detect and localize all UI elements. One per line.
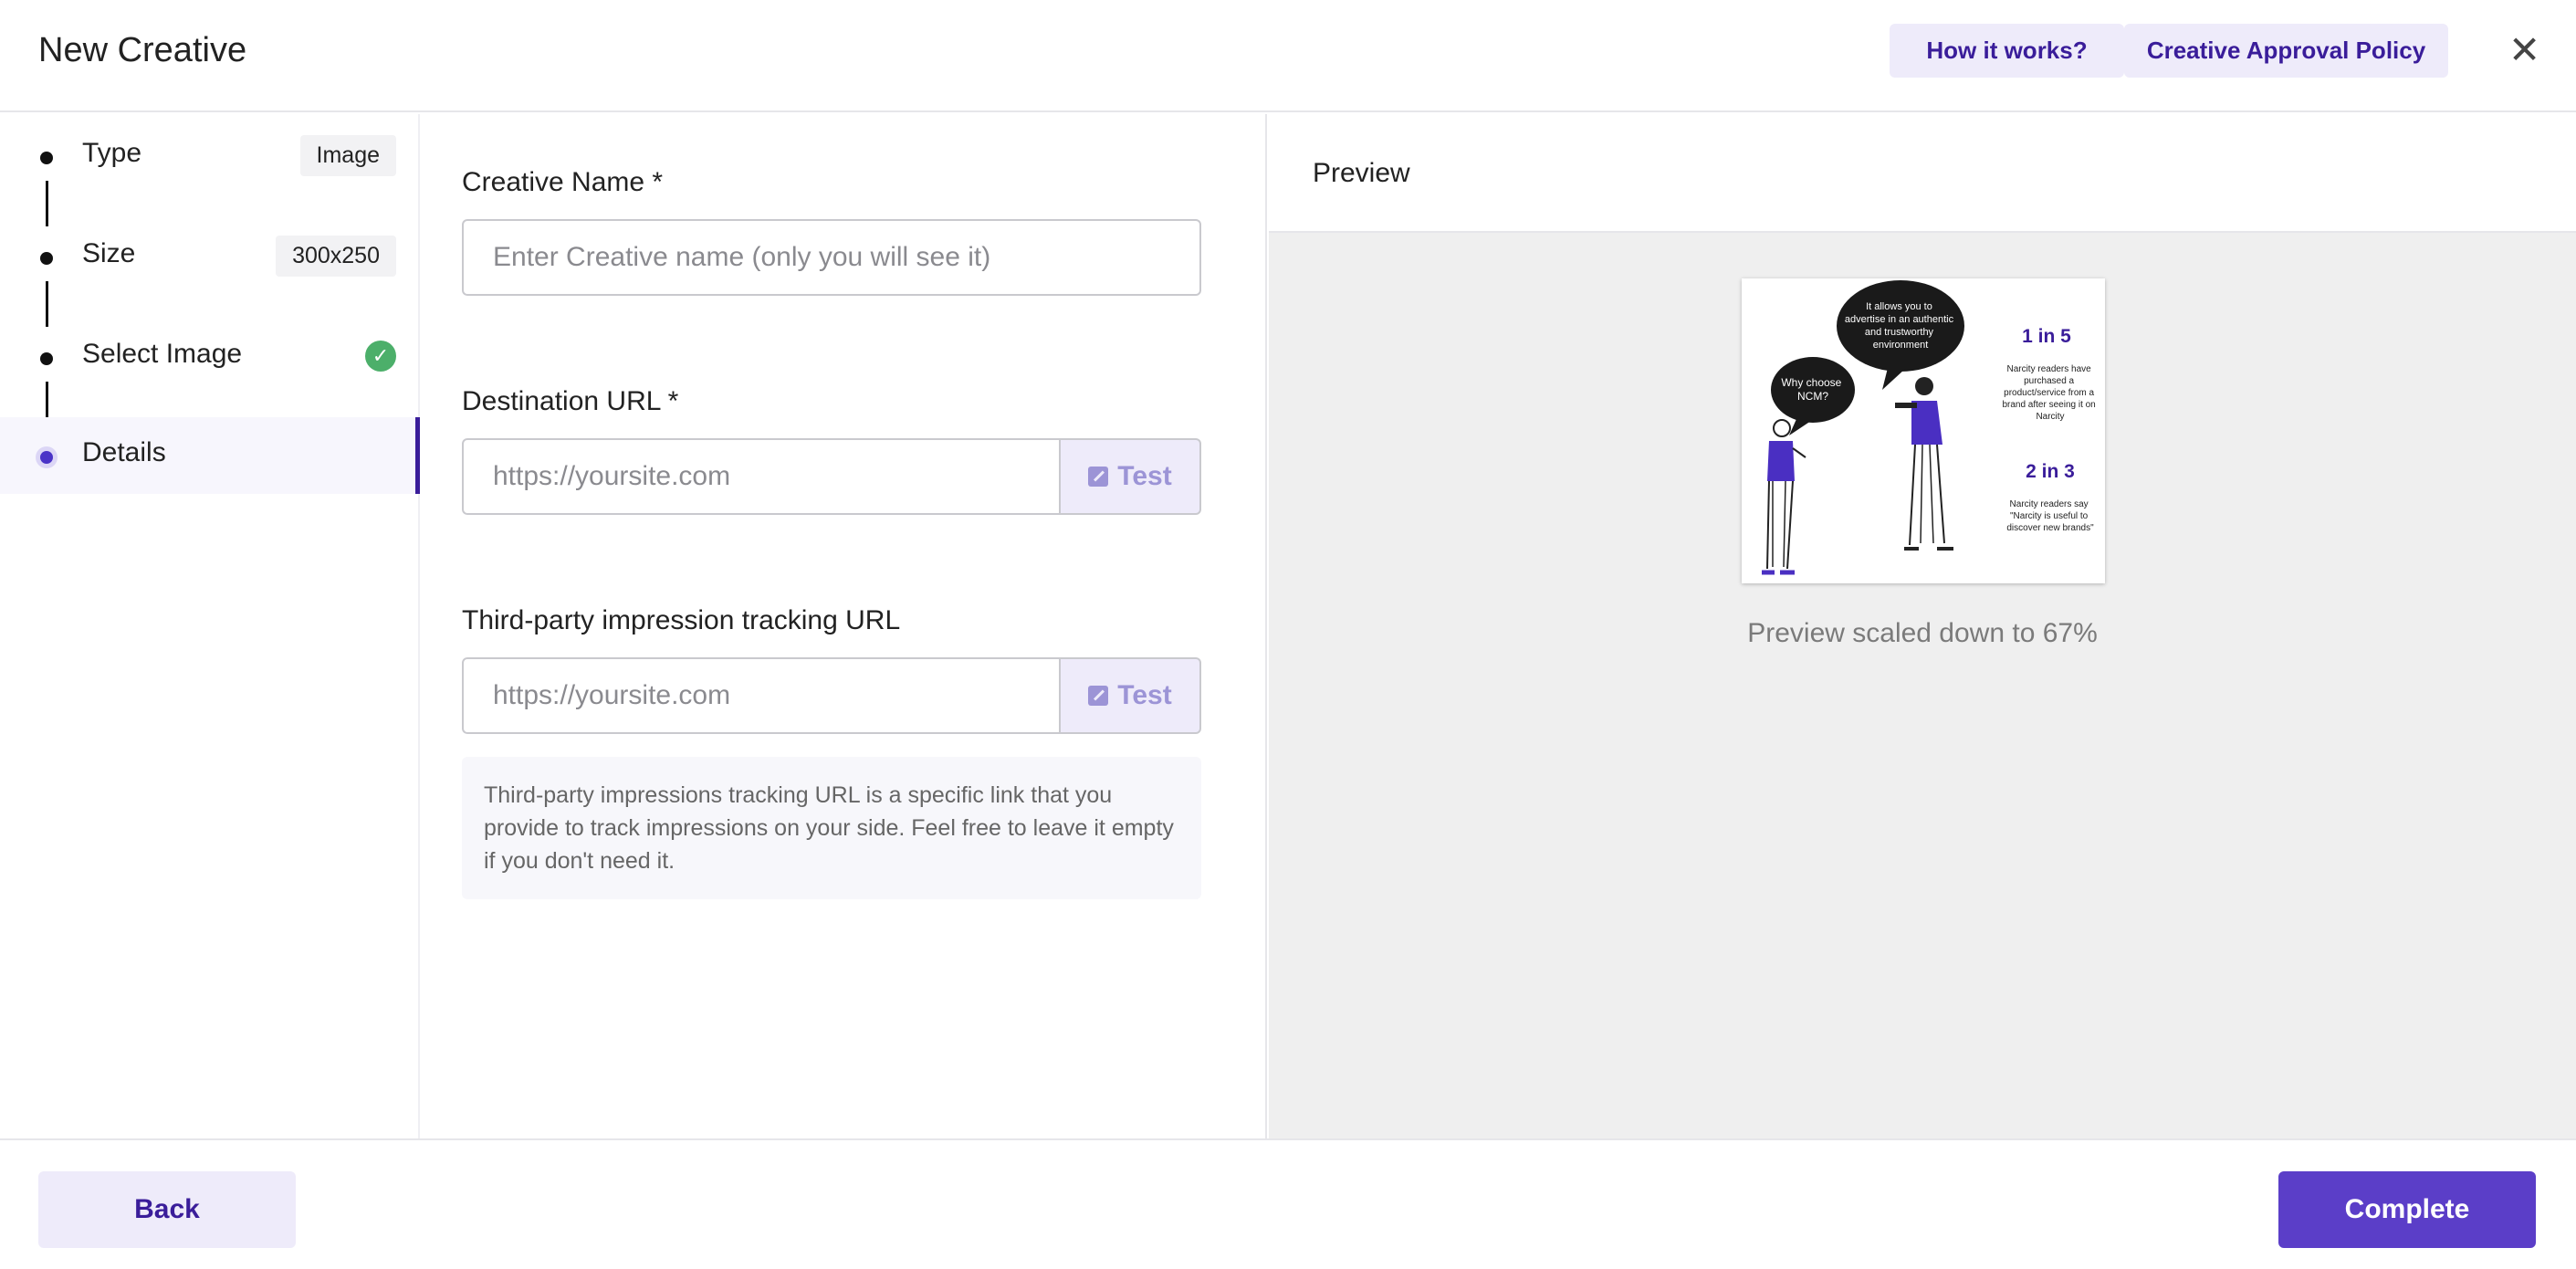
step-size[interactable]: Size 300x250 [0,218,420,295]
step-dot [40,451,53,464]
creative-preview-image: It allows you to advertise in an authent… [1742,278,2105,583]
stat-one-text: brand after seeing it on [2002,400,2095,410]
check-circle-icon: ✓ [365,341,396,372]
step-label: Type [82,138,142,168]
test-label: Test [1117,680,1172,710]
creative-approval-policy-button[interactable]: Creative Approval Policy [2124,24,2448,78]
step-dot [40,252,53,265]
back-button[interactable]: Back [38,1171,296,1248]
destination-url-input[interactable]: https://yoursite.com [462,438,1061,515]
step-dot [40,152,53,164]
destination-test-button[interactable]: Test [1061,438,1201,515]
step-label: Select Image [82,339,243,369]
details-form: Creative Name * Enter Creative name (onl… [422,114,1267,1138]
page-title: New Creative [38,31,247,69]
complete-button[interactable]: Complete [2278,1171,2536,1248]
tracking-url-label: Third-party impression tracking URL [462,605,901,635]
step-value-badge: 300x250 [276,236,396,277]
step-label: Details [82,437,166,467]
modal-header: New Creative How it works? Creative Appr… [0,0,2576,112]
preview-panel: Preview It allows you to advertise in an… [1269,114,2576,1138]
bubble-top-text: It allows you to [1866,301,1932,312]
step-label: Size [82,238,136,268]
svg-text:Narcity readers say "N: Narcity readers say "Narcity is useful t… [2006,499,2094,533]
bubble-top-text: environment [1873,340,1929,351]
close-icon[interactable]: ✕ [2508,29,2540,71]
stat-one-text: Narcity [2036,412,2064,422]
stat-one-text: product/service from a [2004,388,2094,398]
stat-two-text: Narcity readers say [2010,499,2089,509]
step-details[interactable]: Details [0,417,420,494]
tracking-url-input[interactable]: https://yoursite.com [462,657,1061,734]
step-select-image[interactable]: Select Image ✓ [0,319,420,395]
step-type[interactable]: Type Image [0,118,420,194]
bubble-left-text: NCM? [1797,390,1828,403]
stat-two: 2 in 3 [2026,461,2075,482]
creative-name-input[interactable]: Enter Creative name (only you will see i… [462,219,1201,296]
tracking-help-text: Third-party impressions tracking URL is … [462,757,1201,899]
stepper: Type Image Size 300x250 Select Image ✓ D… [0,114,420,1138]
stat-two-text: "Narcity is useful to [2010,511,2089,521]
stat-one: 1 in 5 [2022,326,2071,347]
stat-two-text: discover new brands" [2006,523,2094,533]
tracking-test-button[interactable]: Test [1061,657,1201,734]
destination-url-label: Destination URL * [462,386,679,416]
preview-scale-note: Preview scaled down to 67% [1747,618,2098,648]
bubble-left-text: Why choose [1781,376,1841,389]
external-link-icon [1088,686,1109,706]
preview-header: Preview [1269,114,2576,233]
creative-name-label: Creative Name * [462,167,664,197]
stat-one-text: purchased a [2024,376,2074,386]
test-label: Test [1117,461,1172,491]
preview-title: Preview [1313,158,1410,188]
step-value-badge: Image [299,135,396,176]
stat-one-text: Narcity readers have [2006,364,2091,374]
step-dot [40,352,53,365]
bubble-top-text: advertise in an authentic [1845,314,1954,325]
modal-footer: Back Complete [0,1138,2576,1269]
bubble-top-text: and trustworthy [1865,327,1934,338]
how-it-works-button[interactable]: How it works? [1890,24,2124,78]
external-link-icon [1088,467,1109,487]
